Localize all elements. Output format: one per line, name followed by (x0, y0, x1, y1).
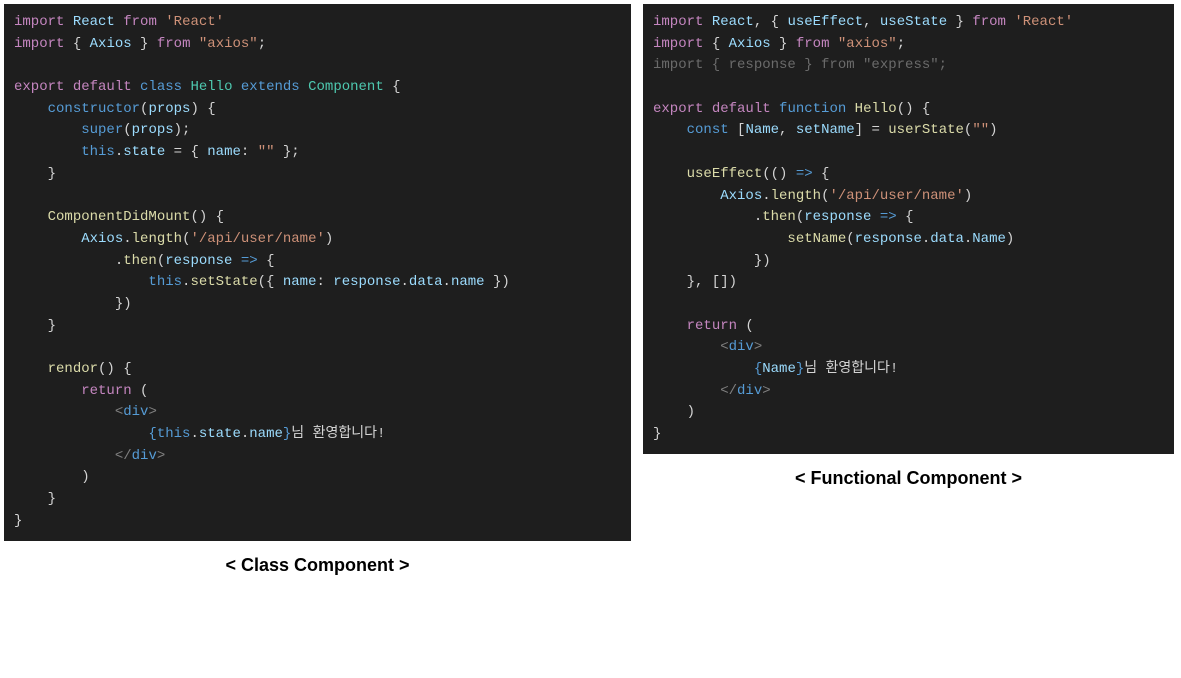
code-line: this.setState({ name: response.data.name… (14, 272, 621, 294)
code-line: const [Name, setName] = userState("") (653, 120, 1164, 142)
code-line (14, 55, 621, 77)
code-line: } (14, 489, 621, 511)
code-line: import React from 'React' (14, 12, 621, 34)
comparison-container: import React from 'React'import { Axios … (4, 4, 1177, 576)
code-line: import { Axios } from "axios"; (14, 34, 621, 56)
code-line: } (14, 164, 621, 186)
code-line (14, 337, 621, 359)
code-line: <div> (14, 402, 621, 424)
code-line: useEffect(() => { (653, 164, 1164, 186)
code-line: <div> (653, 337, 1164, 359)
code-line: }) (14, 294, 621, 316)
code-line: Axios.length('/api/user/name') (14, 229, 621, 251)
code-line (653, 77, 1164, 99)
code-line: }, []) (653, 272, 1164, 294)
code-line: {this.state.name}님 환영합니다! (14, 424, 621, 446)
left-caption: < Class Component > (4, 555, 631, 576)
code-line: </div> (653, 381, 1164, 403)
right-panel: import React, { useEffect, useState } fr… (643, 4, 1174, 489)
code-line (653, 294, 1164, 316)
left-panel: import React from 'React'import { Axios … (4, 4, 631, 576)
code-line: export default function Hello() { (653, 99, 1164, 121)
code-line: ) (14, 467, 621, 489)
code-line: setName(response.data.Name) (653, 229, 1164, 251)
code-line: } (14, 511, 621, 533)
code-line: this.state = { name: "" }; (14, 142, 621, 164)
code-line: import { response } from "express"; (653, 55, 1164, 77)
code-line: {Name}님 환영합니다! (653, 359, 1164, 381)
right-caption: < Functional Component > (643, 468, 1174, 489)
code-line: import React, { useEffect, useState } fr… (653, 12, 1164, 34)
code-line: import { Axios } from "axios"; (653, 34, 1164, 56)
code-line: constructor(props) { (14, 99, 621, 121)
class-component-code: import React from 'React'import { Axios … (4, 4, 631, 541)
code-line: return ( (653, 316, 1164, 338)
code-line (14, 186, 621, 208)
code-line: export default class Hello extends Compo… (14, 77, 621, 99)
code-line: }) (653, 251, 1164, 273)
code-line: ComponentDidMount() { (14, 207, 621, 229)
code-line: rendor() { (14, 359, 621, 381)
functional-component-code: import React, { useEffect, useState } fr… (643, 4, 1174, 454)
code-line: Axios.length('/api/user/name') (653, 186, 1164, 208)
code-line: return ( (14, 381, 621, 403)
code-line: .then(response => { (653, 207, 1164, 229)
code-line: super(props); (14, 120, 621, 142)
code-line: } (653, 424, 1164, 446)
code-line: </div> (14, 446, 621, 468)
code-line: ) (653, 402, 1164, 424)
code-line: } (14, 316, 621, 338)
code-line (653, 142, 1164, 164)
code-line: .then(response => { (14, 251, 621, 273)
